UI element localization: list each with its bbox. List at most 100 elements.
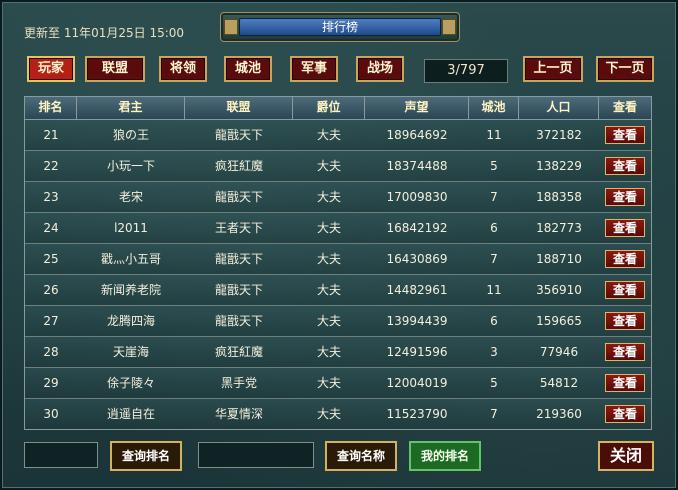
cell-view: 查看	[599, 151, 651, 181]
cell-rank: 29	[43, 376, 59, 390]
cell-cities: 11	[486, 283, 502, 297]
cell-population: 54812	[539, 376, 579, 390]
cell-cities: 7	[490, 407, 498, 421]
cell-lord: 天崖海	[112, 345, 149, 359]
tab-military[interactable]: 军事	[290, 56, 338, 82]
name-query-input[interactable]	[198, 442, 314, 468]
cell-view: 查看	[599, 368, 651, 398]
table-row: 26 新闻养老院 龍戩天下 大夫 14482961 11 356910 查看	[25, 275, 651, 306]
cell-alliance: 黑手党	[220, 376, 257, 390]
table-row: 25 戳灬小五哥 龍戩天下 大夫 16430869 7 188710 查看	[25, 244, 651, 275]
cell-prestige: 13994439	[386, 314, 448, 328]
cell-title: 大夫	[316, 221, 341, 235]
cell-alliance: 疯狂紅魔	[214, 345, 263, 359]
next-page-button[interactable]: 下一页	[596, 56, 654, 82]
table-header: 排名 君主 联盟 爵位 声望 城池 人口 查看	[24, 96, 652, 119]
cell-alliance: 龍戩天下	[214, 314, 263, 328]
cell-lord: 戳灬小五哥	[100, 252, 161, 266]
cell-title: 大夫	[316, 252, 341, 266]
cell-cities: 3	[490, 345, 498, 359]
view-button[interactable]: 查看	[605, 188, 645, 206]
cell-lord: 龙腾四海	[106, 314, 155, 328]
column-header-alliance: 联盟	[185, 97, 293, 119]
cell-view: 查看	[599, 337, 651, 367]
cell-population: 188358	[536, 190, 582, 204]
query-rank-button[interactable]: 查询排名	[110, 441, 182, 471]
view-button[interactable]: 查看	[605, 312, 645, 330]
close-button[interactable]: 关闭	[598, 441, 654, 471]
cell-rank: 26	[43, 283, 59, 297]
column-header-cities: 城池	[469, 97, 519, 119]
cell-view: 查看	[599, 399, 651, 429]
ranking-table: 排名 君主 联盟 爵位 声望 城池 人口 查看 21 狼の王 龍戩天下 大夫 18964…	[24, 96, 652, 430]
table-row: 29 俆子陵々 黑手党 大夫 12004019 5 54812 查看	[25, 368, 651, 399]
cell-prestige: 17009830	[386, 190, 448, 204]
view-button[interactable]: 查看	[605, 219, 645, 237]
cell-title: 大夫	[316, 345, 341, 359]
cell-lord: 逍遥自在	[106, 407, 155, 421]
view-button[interactable]: 查看	[605, 281, 645, 299]
cell-view: 查看	[599, 182, 651, 212]
prev-page-button[interactable]: 上一页	[523, 56, 583, 82]
cell-lord: 狼の王	[112, 128, 149, 142]
cell-rank: 23	[43, 190, 59, 204]
cell-cities: 7	[490, 252, 498, 266]
cell-lord: 俆子陵々	[106, 376, 155, 390]
cell-prestige: 16430869	[386, 252, 448, 266]
cell-prestige: 12491596	[386, 345, 448, 359]
table-body: 21 狼の王 龍戩天下 大夫 18964692 11 372182 查看 22 小玩一下 疯狂紅魔大…	[24, 119, 652, 430]
view-button[interactable]: 查看	[605, 250, 645, 268]
column-header-rank: 排名	[25, 97, 77, 119]
cell-title: 大夫	[316, 314, 341, 328]
cell-alliance: 龍戩天下	[214, 190, 263, 204]
query-name-button[interactable]: 查询名称	[325, 441, 397, 471]
cell-title: 大夫	[316, 283, 341, 297]
cell-prestige: 18964692	[386, 128, 448, 142]
cell-rank: 28	[43, 345, 59, 359]
view-button[interactable]: 查看	[605, 343, 645, 361]
cell-alliance: 龍戩天下	[214, 128, 263, 142]
tab-alliances[interactable]: 联盟	[85, 56, 145, 82]
cell-alliance: 龍戩天下	[214, 283, 263, 297]
cell-population: 138229	[536, 159, 582, 173]
title-ornament-icon	[442, 19, 456, 35]
column-header-view: 查看	[612, 100, 637, 114]
cell-cities: 11	[486, 128, 502, 142]
cell-title: 大夫	[316, 128, 341, 142]
cell-view: 查看	[599, 120, 651, 150]
table-row: 30 逍遥自在 华夏情深 大夫 11523790 7 219360 查看	[25, 399, 651, 429]
cell-view: 查看	[599, 244, 651, 274]
cell-rank: 30	[43, 407, 59, 421]
cell-cities: 6	[490, 314, 498, 328]
tab-cities[interactable]: 城池	[224, 56, 272, 82]
view-button[interactable]: 查看	[605, 157, 645, 175]
cell-alliance: 华夏情深	[214, 407, 263, 421]
my-rank-button[interactable]: 我的排名	[409, 441, 481, 471]
rank-query-input[interactable]	[24, 442, 98, 468]
tab-battlefield[interactable]: 战场	[356, 56, 404, 82]
view-button[interactable]: 查看	[605, 374, 645, 392]
view-button[interactable]: 查看	[605, 126, 645, 144]
cell-prestige: 14482961	[386, 283, 448, 297]
tab-players[interactable]: 玩家	[27, 56, 75, 82]
cell-lord: l2011	[114, 221, 148, 235]
view-button[interactable]: 查看	[605, 405, 645, 423]
cell-prestige: 18374488	[386, 159, 448, 173]
cell-prestige: 16842192	[386, 221, 448, 235]
cell-population: 159665	[536, 314, 582, 328]
tab-generals[interactable]: 将领	[159, 56, 207, 82]
table-row: 24 l2011 王者天下 大夫 16842192 6 182773 查看	[25, 213, 651, 244]
cell-title: 大夫	[316, 190, 341, 204]
page-indicator: 3/797	[424, 59, 508, 83]
cell-prestige: 12004019	[386, 376, 448, 390]
cell-lord: 小玩一下	[106, 159, 155, 173]
cell-view: 查看	[599, 213, 651, 243]
cell-prestige: 11523790	[386, 407, 448, 421]
table-row: 21 狼の王 龍戩天下 大夫 18964692 11 372182 查看	[25, 120, 651, 151]
update-time-label: 更新至 11年01月25日 15:00	[24, 26, 185, 40]
cell-lord: 老宋	[118, 190, 143, 204]
column-header-lord: 君主	[77, 97, 185, 119]
cell-population: 372182	[536, 128, 582, 142]
cell-rank: 24	[43, 221, 59, 235]
column-header-population: 人口	[519, 97, 599, 119]
